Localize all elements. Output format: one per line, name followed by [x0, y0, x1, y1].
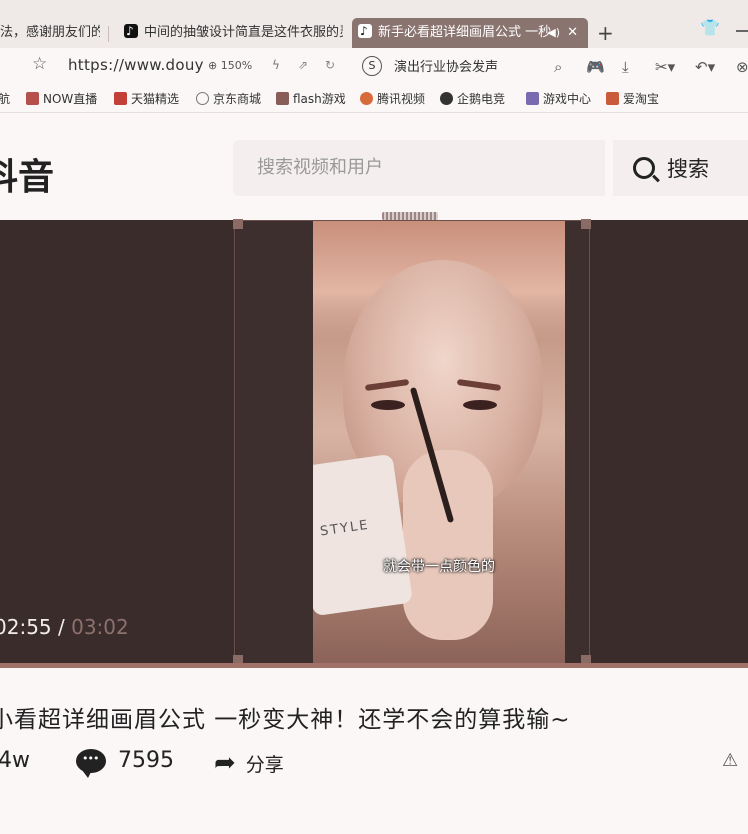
flash-icon: [276, 92, 289, 105]
resize-handle[interactable]: [233, 219, 243, 229]
news-ticker[interactable]: 演出行业协会发声: [394, 56, 498, 75]
video-title: 小看超详细画眉公式 一秒变大神！还学不会的算我输~: [0, 707, 571, 733]
comment-icon: [76, 748, 106, 778]
bookmark-label: 京东商城: [213, 92, 262, 106]
search-button-label: 搜索: [667, 157, 709, 181]
like-count[interactable]: 4w: [0, 748, 30, 773]
total-time: 03:02: [71, 615, 129, 639]
tab-title: 新手必看超详细画眉公式 一秒: [378, 25, 552, 40]
bookmark-label: 腾讯视频: [377, 92, 426, 106]
scissors-icon[interactable]: ✂▾: [655, 58, 675, 76]
taobao-icon: [606, 92, 619, 105]
progress-bar[interactable]: [0, 663, 748, 668]
zoom-indicator[interactable]: ⊕ 150%: [208, 59, 252, 72]
comment-count: 7595: [118, 748, 174, 773]
video-player[interactable]: STYLE 就会带一点颜色的 02:55 / 03:02: [0, 212, 748, 668]
zoom-icon: ⊕: [208, 59, 218, 72]
search-box: [233, 140, 605, 196]
browser-tab-1[interactable]: 法，感谢朋友们的: [0, 18, 100, 48]
bookmark-label: 游戏中心: [543, 92, 592, 106]
tiktok-icon: [124, 18, 138, 46]
playback-time: 02:55 / 03:02: [0, 615, 129, 639]
search-icon: [633, 157, 655, 179]
tab-separator: [108, 26, 109, 42]
comment-button[interactable]: 7595: [76, 748, 174, 778]
search-input[interactable]: [255, 156, 579, 179]
search-button[interactable]: 搜索: [613, 140, 748, 196]
new-tab-button[interactable]: +: [597, 18, 614, 48]
browser-tab-2[interactable]: 中间的抽皱设计简直是这件衣服的灵: [118, 18, 343, 48]
bookmark-label: 企鹅电竞: [457, 92, 506, 106]
undo-icon[interactable]: ↶▾: [695, 58, 715, 76]
selection-frame[interactable]: [233, 219, 591, 665]
bookmark-nav[interactable]: 航: [0, 90, 10, 107]
bookmark-label: NOW直播: [43, 92, 98, 106]
tab-title: 中间的抽皱设计简直是这件衣服的灵: [144, 25, 343, 40]
more-icon[interactable]: ⊗: [736, 58, 748, 76]
download-icon[interactable]: ⤓: [622, 58, 629, 76]
close-tab-icon[interactable]: ✕: [567, 18, 578, 48]
window-minimize-icon[interactable]: [736, 30, 748, 32]
now-icon: [26, 92, 39, 105]
bookmark-game-center[interactable]: 游戏中心: [526, 90, 591, 107]
resize-handle[interactable]: [581, 219, 591, 229]
bookmark-taobao[interactable]: 爱淘宝: [606, 90, 659, 107]
tiktok-icon: [358, 18, 372, 46]
douyin-logo[interactable]: 抖音: [0, 148, 54, 200]
refresh-icon[interactable]: ↻: [325, 58, 335, 72]
skin-icon[interactable]: 👕: [700, 18, 720, 38]
bookmark-flash[interactable]: flash游戏: [276, 90, 346, 107]
bookmark-star-icon[interactable]: ☆: [32, 54, 47, 74]
current-time: 02:55: [0, 615, 52, 639]
bookmark-tmall[interactable]: 天猫精选: [114, 90, 179, 107]
penguin-icon: [440, 92, 453, 105]
zoom-level: 150%: [220, 59, 253, 72]
bookmark-label: 爱淘宝: [623, 92, 660, 106]
bookmark-label: flash游戏: [293, 92, 346, 106]
browser-tab-bar: 法，感谢朋友们的 中间的抽皱设计简直是这件衣服的灵 新手必看超详细画眉公式 一秒…: [0, 0, 748, 48]
report-icon[interactable]: ⚠: [722, 750, 738, 771]
url-field[interactable]: https://www.douy: [68, 56, 204, 74]
tmall-icon: [114, 92, 127, 105]
share-page-icon[interactable]: ⇗: [298, 58, 308, 72]
tab-title: 法，感谢朋友们的: [0, 25, 100, 40]
bookmark-tencent-video[interactable]: 腾讯视频: [360, 90, 425, 107]
browser-tab-active[interactable]: 新手必看超详细画眉公式 一秒 ◀) ✕: [352, 18, 588, 48]
bookmark-now[interactable]: NOW直播: [26, 90, 97, 107]
gamepad-icon[interactable]: 🎮: [586, 58, 605, 76]
drag-handle[interactable]: [382, 212, 438, 220]
globe-icon: [196, 92, 209, 105]
tencent-video-icon: [360, 92, 373, 105]
bookmark-jd[interactable]: 京东商城: [196, 90, 261, 107]
share-icon: ➦: [214, 748, 236, 778]
bookmark-label: 航: [0, 92, 11, 106]
share-button[interactable]: ➦ 分享: [214, 748, 284, 778]
bookmark-penguin[interactable]: 企鹅电竞: [440, 90, 505, 107]
back-icon[interactable]: ‹: [0, 58, 1, 72]
lightning-icon[interactable]: ϟ: [272, 58, 280, 72]
address-bar-row: ‹ ☆ https://www.douy ⊕ 150% ϟ ⇗ ↻ S 演出行业…: [0, 48, 748, 84]
sound-icon[interactable]: ◀): [547, 18, 560, 48]
bookmarks-bar: 航 NOW直播 天猫精选 京东商城 flash游戏 腾讯视频 企鹅电竞 游戏中心…: [0, 84, 748, 113]
like-count-value: 4w: [0, 748, 30, 773]
game-icon: [526, 92, 539, 105]
bookmark-label: 天猫精选: [131, 92, 180, 106]
time-separator: /: [51, 615, 72, 639]
search-icon[interactable]: ⌕: [554, 58, 562, 76]
sogou-icon[interactable]: S: [362, 56, 382, 76]
share-label: 分享: [245, 753, 284, 776]
